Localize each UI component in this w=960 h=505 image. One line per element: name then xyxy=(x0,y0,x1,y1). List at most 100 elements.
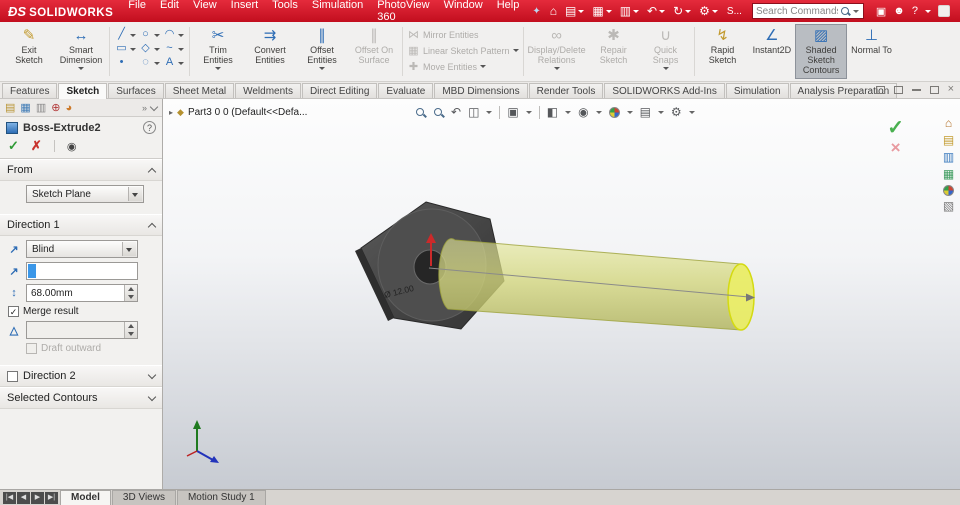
line-caret-icon[interactable] xyxy=(130,33,136,37)
open-caret-icon[interactable] xyxy=(578,9,585,13)
window-menu-button[interactable] xyxy=(938,5,950,17)
pm-ok-button[interactable]: ✓ xyxy=(8,138,19,154)
scene-caret-icon[interactable] xyxy=(657,111,664,114)
window-minimize-icon[interactable] xyxy=(911,88,921,91)
draft-outward-checkbox[interactable] xyxy=(26,343,37,354)
shaded-sketch-contours-button[interactable]: ▨ Shaded Sketch Contours xyxy=(795,24,848,79)
help-icon[interactable]: ? xyxy=(912,5,918,17)
tab-sketch[interactable]: Sketch xyxy=(58,83,108,99)
offset-on-surface-button[interactable]: ∥ Offset On Surface xyxy=(348,24,400,79)
tab-surfaces[interactable]: Surfaces xyxy=(108,83,164,98)
selected-contours-section-header[interactable]: Selected Contours xyxy=(0,387,162,409)
circle-tool-button[interactable]: ○ xyxy=(139,28,160,40)
display-style-icon[interactable]: ◧ xyxy=(547,106,558,119)
previous-view-icon[interactable]: ↶ xyxy=(451,106,461,119)
part-name-label[interactable]: Part3 0 0 (Default<<Defa... xyxy=(188,107,308,118)
draft-angle-spinner[interactable] xyxy=(26,321,138,339)
quick-snaps-caret-icon[interactable] xyxy=(662,67,669,70)
motion-study-tab[interactable]: Motion Study 1 xyxy=(176,490,266,505)
property-manager-tab-icon[interactable]: ▦ xyxy=(20,102,30,114)
pm-cancel-button[interactable]: ✗ xyxy=(31,138,42,154)
rebuild-icon[interactable]: ↻ xyxy=(670,3,694,19)
section-view-caret-icon[interactable] xyxy=(486,111,493,114)
point-tool-button[interactable]: • xyxy=(115,56,136,68)
scroll-prev-icon[interactable]: ◀ xyxy=(17,492,30,504)
direction-reference-box[interactable] xyxy=(26,262,138,280)
exit-sketch-button[interactable]: ✎ Exit Sketch xyxy=(3,24,55,79)
instant2d-button[interactable]: ∠ Instant2D xyxy=(749,24,796,79)
draft-increase-icon[interactable] xyxy=(125,322,137,330)
options-gear-icon[interactable]: ⚙ xyxy=(696,3,721,19)
pm-preview-eye-icon[interactable]: ◉ xyxy=(67,140,77,153)
save-icon[interactable]: ▦ xyxy=(589,3,614,19)
direction-reference-icon[interactable]: ↗ xyxy=(6,265,22,278)
from-section-header[interactable]: From xyxy=(0,159,162,181)
rectangle-caret-icon[interactable] xyxy=(130,47,136,51)
search-box[interactable] xyxy=(751,3,864,19)
tab-evaluate[interactable]: Evaluate xyxy=(378,83,434,98)
tab-features[interactable]: Features xyxy=(2,83,58,98)
move-entities-button[interactable]: ✚ Move Entities xyxy=(407,60,519,73)
smart-dimension-button[interactable]: ↔ Smart Dimension xyxy=(55,24,107,79)
model-3d[interactable]: Ø 12.00 xyxy=(355,201,755,331)
apply-scene-icon[interactable]: ▤ xyxy=(640,106,651,119)
view-palette-icon[interactable]: ▦ xyxy=(943,168,954,181)
print-icon[interactable]: ▥ xyxy=(617,3,642,19)
offset-caret-icon[interactable] xyxy=(319,67,325,70)
hide-show-items-icon[interactable]: ◉ xyxy=(578,106,588,119)
user-icon[interactable]: ☻ xyxy=(893,5,905,17)
trim-caret-icon[interactable] xyxy=(215,67,221,70)
pin-menu-icon[interactable]: ✦ xyxy=(526,6,546,17)
home-icon[interactable]: ⌂ xyxy=(547,3,560,19)
manager-pane-collapse-icon[interactable] xyxy=(149,102,159,111)
feature-manager-tab-icon[interactable]: ▤ xyxy=(5,102,15,114)
graphics-viewport[interactable]: Ø 12.00 ▸ ◆ Part3 0 0 (Default<<Defa... xyxy=(163,99,960,489)
display-manager-tab-icon[interactable]: ◕ xyxy=(65,102,72,114)
tab-sheet-metal[interactable]: Sheet Metal xyxy=(164,83,235,98)
spline-tool-button[interactable]: ~ xyxy=(163,42,184,54)
text-caret-icon[interactable] xyxy=(178,61,184,65)
smart-dimension-caret-icon[interactable] xyxy=(78,67,84,70)
line-tool-button[interactable]: ╱ xyxy=(115,28,136,40)
search-caret-icon[interactable] xyxy=(852,9,859,13)
manager-tabs-overflow-icon[interactable]: » xyxy=(142,103,147,113)
help-caret-icon[interactable] xyxy=(925,9,931,13)
linear-pattern-caret-icon[interactable] xyxy=(512,49,519,52)
model-tab[interactable]: Model xyxy=(60,490,111,505)
direction1-section-header[interactable]: Direction 1 xyxy=(0,214,162,236)
repair-sketch-button[interactable]: ✱ Repair Sketch xyxy=(588,24,640,79)
resources-home-icon[interactable]: ⌂ xyxy=(945,117,952,130)
text-tool-button[interactable]: A xyxy=(163,56,184,68)
hide-show-caret-icon[interactable] xyxy=(595,111,602,114)
ellipse-tool-button[interactable]: ◌ xyxy=(139,56,160,68)
ellipse-caret-icon[interactable] xyxy=(154,61,160,65)
mirror-entities-button[interactable]: ⋈ Mirror Entities xyxy=(407,28,519,41)
trim-entities-button[interactable]: ✂ Trim Entities xyxy=(192,24,244,79)
depth-decrease-icon[interactable] xyxy=(125,293,137,301)
open-icon[interactable]: ▤ xyxy=(562,3,587,19)
direction2-section-header[interactable]: Direction 2 xyxy=(0,365,162,387)
tab-direct-editing[interactable]: Direct Editing xyxy=(301,83,378,98)
end-condition-dropdown[interactable]: Blind xyxy=(26,240,138,258)
from-dropdown[interactable]: Sketch Plane xyxy=(26,185,144,203)
depth-value[interactable]: 68.00mm xyxy=(27,285,124,301)
appearances-scenes-icon[interactable] xyxy=(943,185,954,196)
scroll-last-icon[interactable]: ▶| xyxy=(45,492,58,504)
merge-result-checkbox[interactable] xyxy=(8,306,19,317)
confirm-ok-button[interactable]: ✓ xyxy=(887,118,904,138)
file-explorer-icon[interactable]: ▥ xyxy=(943,151,954,164)
view-settings-caret-icon[interactable] xyxy=(688,111,695,114)
search-input[interactable] xyxy=(755,5,838,17)
tab-mbd-dimensions[interactable]: MBD Dimensions xyxy=(434,83,528,98)
tab-weldments[interactable]: Weldments xyxy=(235,83,301,98)
3d-views-tab[interactable]: 3D Views xyxy=(111,490,176,505)
display-delete-relations-button[interactable]: ∞ Display/Delete Relations xyxy=(526,24,588,79)
dimxpert-manager-tab-icon[interactable]: ⊕ xyxy=(51,102,60,114)
custom-properties-icon[interactable]: ▧ xyxy=(943,200,954,213)
direction2-expand-icon[interactable] xyxy=(147,370,157,380)
spline-caret-icon[interactable] xyxy=(178,47,184,51)
zoom-to-area-icon[interactable] xyxy=(433,107,444,118)
pm-help-icon[interactable]: ? xyxy=(143,121,156,134)
view-settings-icon[interactable]: ⚙ xyxy=(671,106,682,119)
configuration-manager-tab-icon[interactable]: ▥ xyxy=(36,102,46,114)
